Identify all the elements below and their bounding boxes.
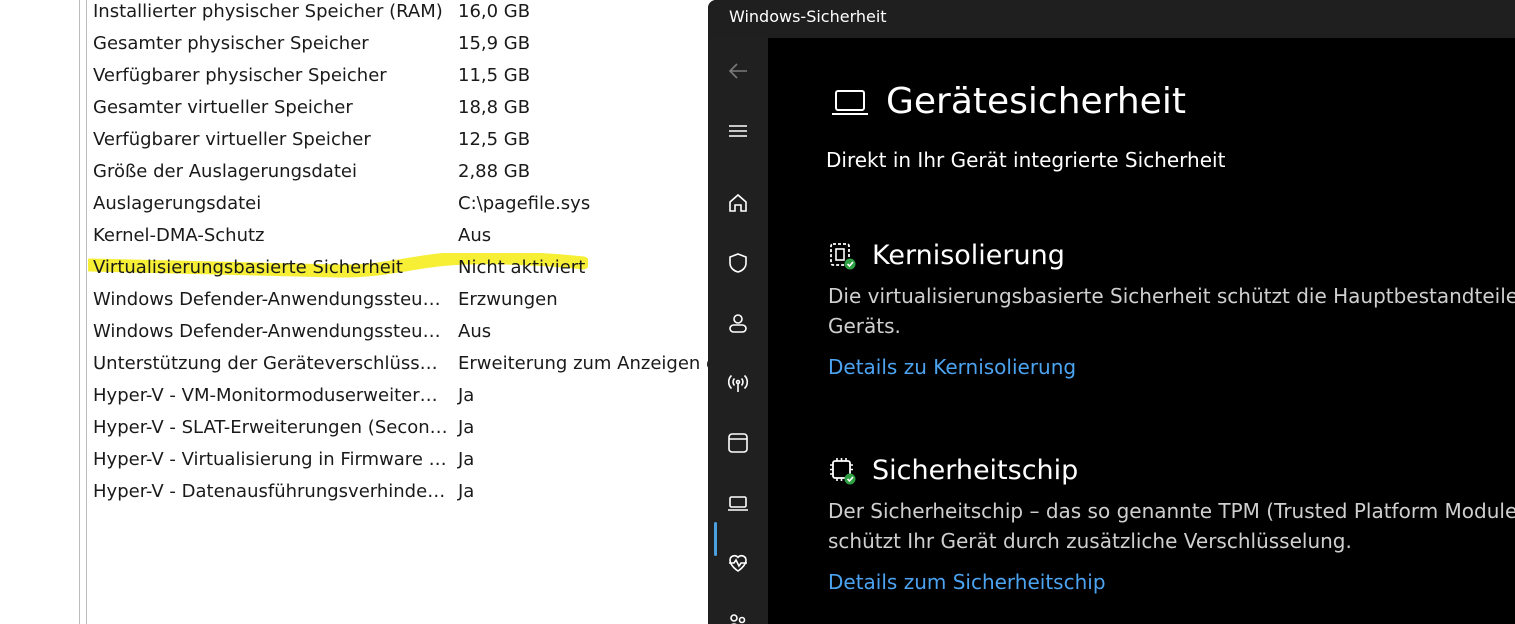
family-icon[interactable] (722, 607, 754, 624)
system-info-table: Installierter physischer Speicher (RAM) 1… (93, 0, 708, 508)
row-value: C:\pagefile.sys (458, 193, 591, 214)
page-header: Gerätesicherheit (830, 82, 1186, 122)
section-title: Kernisolierung (872, 240, 1065, 271)
back-arrow-icon[interactable] (722, 55, 754, 87)
security-chip-details-link[interactable]: Details zum Sicherheitschip (828, 570, 1106, 594)
row-item: Installierter physischer Speicher (RAM) (93, 1, 443, 22)
row-item: Verfügbarer virtueller Speicher (93, 129, 371, 150)
table-row[interactable]: Installierter physischer Speicher (RAM) 1… (93, 0, 708, 28)
row-value: 11,5 GB (458, 65, 531, 86)
section-title: Sicherheitschip (872, 455, 1079, 486)
divider (79, 0, 80, 624)
core-isolation-icon (830, 242, 856, 269)
windows-security-window: Windows-Sicherheit Gerätesicherheit Dire… (708, 0, 1515, 624)
row-item: Gesamter virtueller Speicher (93, 97, 353, 118)
row-value: Aus (458, 225, 492, 246)
row-value: 16,0 GB (458, 1, 531, 22)
laptop-icon (832, 90, 868, 115)
shield-icon[interactable] (722, 247, 754, 279)
table-row-highlighted[interactable]: Virtualisierungsbasierte Sicherheit Nicht… (93, 252, 708, 284)
table-row[interactable]: Gesamter physischer Speicher 15,9 GB (93, 28, 708, 60)
table-row[interactable]: Hyper-V - Virtualisierung in Firmware a…… (93, 444, 708, 476)
row-item: Auslagerungsdatei (93, 193, 262, 214)
row-item: Hyper-V - SLAT-Erweiterungen (Second… (93, 417, 448, 438)
window-title: Windows-Sicherheit (729, 7, 887, 26)
divider (86, 0, 87, 624)
page-title: Gerätesicherheit (886, 81, 1186, 122)
row-item: Hyper-V - Datenausführungsverhinderu… (93, 481, 448, 502)
system-info-panel: Installierter physischer Speicher (RAM) 1… (0, 0, 708, 624)
row-item: Kernel-DMA-Schutz (93, 225, 265, 246)
table-row[interactable]: Verfügbarer virtueller Speicher 12,5 GB (93, 124, 708, 156)
hamburger-menu-icon[interactable] (722, 115, 754, 147)
row-value: Ja (458, 417, 475, 438)
firewall-network-icon[interactable] (722, 367, 754, 399)
app-browser-control-icon[interactable] (722, 427, 754, 459)
table-row[interactable]: Größe der Auslagerungsdatei 2,88 GB (93, 156, 708, 188)
row-item: Größe der Auslagerungsdatei (93, 161, 357, 182)
section-core-isolation: Kernisolierung Die virtualisierungsbasie… (828, 240, 1515, 379)
table-row[interactable]: Verfügbarer physischer Speicher 11,5 GB (93, 60, 708, 92)
table-row[interactable]: Windows Defender-Anwendungssteuer… Aus (93, 316, 708, 348)
section-description: Die virtualisierungsbasierte Sicherheit … (828, 284, 1515, 338)
title-bar[interactable]: Windows-Sicherheit (708, 0, 1515, 38)
row-item: Windows Defender-Anwendungssteuer… (93, 321, 448, 342)
row-value: Ja (458, 385, 475, 406)
row-value: 2,88 GB (458, 161, 531, 182)
section-description: Der Sicherheitschip – das so genannte TP… (828, 499, 1515, 553)
row-item: Virtualisierungsbasierte Sicherheit (93, 257, 403, 278)
row-item: Windows Defender-Anwendungssteuer… (93, 289, 448, 310)
row-value: Erzwungen (458, 289, 558, 310)
nav-rail (708, 38, 768, 624)
row-value: Erweiterung zum Anzeigen er (458, 353, 708, 374)
table-row[interactable]: Hyper-V - Datenausführungsverhinderu… Ja (93, 476, 708, 508)
device-security-icon[interactable] (722, 487, 754, 519)
security-chip-icon (830, 457, 856, 484)
row-item: Unterstützung der Geräteverschlüsselu… (93, 353, 448, 374)
table-row[interactable]: Gesamter virtueller Speicher 18,8 GB (93, 92, 708, 124)
row-item: Verfügbarer physischer Speicher (93, 65, 387, 86)
table-row[interactable]: Kernel-DMA-Schutz Aus (93, 220, 708, 252)
main-content: Gerätesicherheit Direkt in Ihr Gerät int… (768, 38, 1515, 624)
page-subtitle: Direkt in Ihr Gerät integrierte Sicherhe… (826, 148, 1226, 172)
table-row[interactable]: Auslagerungsdatei C:\pagefile.sys (93, 188, 708, 220)
table-row[interactable]: Windows Defender-Anwendungssteuer… Erzwun… (93, 284, 708, 316)
row-value: Ja (458, 481, 475, 502)
section-security-chip: Sicherheitschip Der Sicherheitschip – da… (828, 455, 1515, 594)
row-value: 18,8 GB (458, 97, 531, 118)
table-row[interactable]: Hyper-V - VM-Monitormoduserweiteru… Ja (93, 380, 708, 412)
row-item: Gesamter physischer Speicher (93, 33, 369, 54)
row-value: 12,5 GB (458, 129, 531, 150)
account-icon[interactable] (722, 307, 754, 339)
heart-health-icon[interactable] (722, 547, 754, 579)
nav-active-indicator (714, 522, 717, 556)
row-value: Nicht aktiviert (458, 257, 586, 278)
table-row[interactable]: Unterstützung der Geräteverschlüsselu… Er… (93, 348, 708, 380)
row-value: Ja (458, 449, 475, 470)
table-row[interactable]: Hyper-V - SLAT-Erweiterungen (Second… Ja (93, 412, 708, 444)
row-value: 15,9 GB (458, 33, 531, 54)
row-item: Hyper-V - VM-Monitormoduserweiteru… (93, 385, 448, 406)
row-value: Aus (458, 321, 492, 342)
row-item: Hyper-V - Virtualisierung in Firmware a… (93, 449, 448, 470)
core-isolation-details-link[interactable]: Details zu Kernisolierung (828, 355, 1076, 379)
home-icon[interactable] (722, 187, 754, 219)
